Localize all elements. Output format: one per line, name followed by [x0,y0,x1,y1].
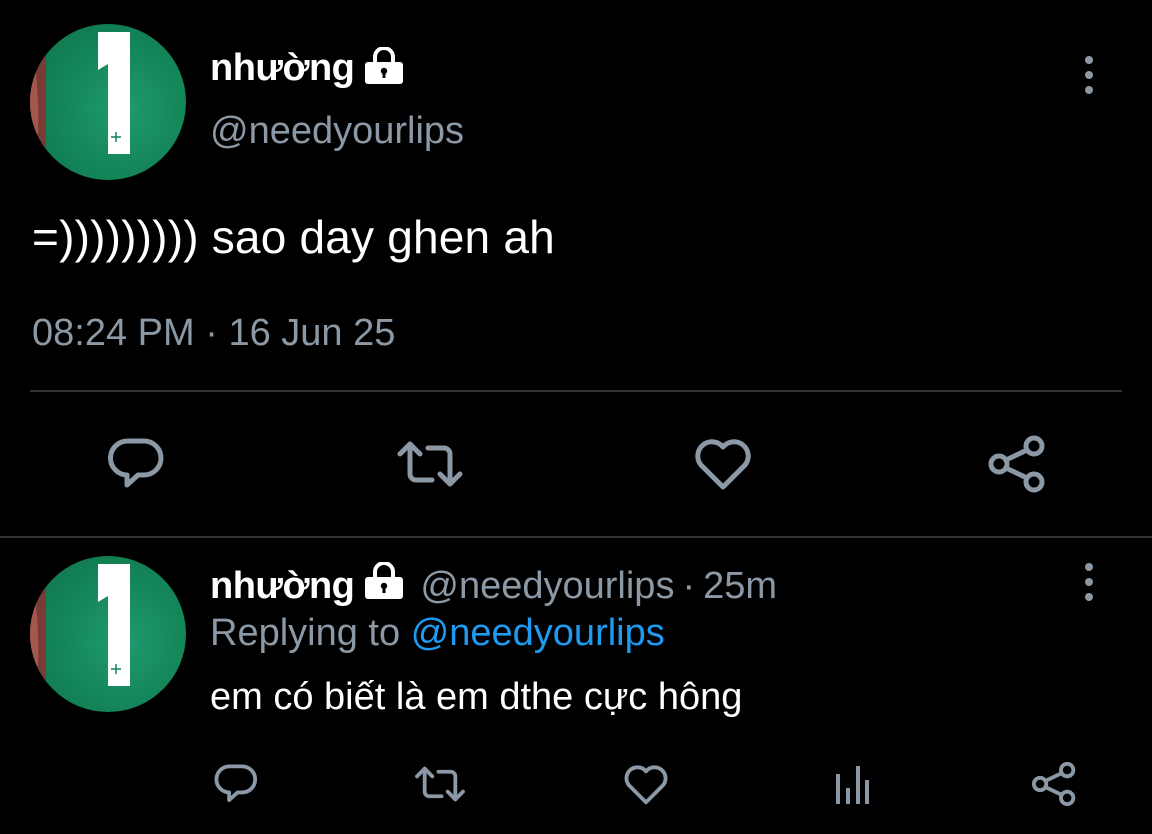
analytics-icon[interactable] [824,756,880,812]
lock-icon [362,45,406,90]
more-vertical-icon[interactable] [1072,562,1106,602]
replying-to-label: Replying to [210,612,401,654]
display-name[interactable]: nhường [210,47,355,90]
reply-handle[interactable]: @needyourlips [420,565,674,608]
more-vertical-icon[interactable] [1072,55,1106,95]
avatar-image [30,24,130,180]
reply-separator: · [682,564,696,607]
reply-icon[interactable] [100,430,172,498]
reply-display-name[interactable]: nhường [210,565,355,608]
tweet-text: =))))))))) sao day ghen ah [32,211,555,263]
like-icon[interactable] [618,756,674,812]
retweet-icon[interactable] [392,430,468,498]
lock-icon [362,561,406,610]
share-icon[interactable] [982,430,1052,498]
meta-separator: · [205,312,218,354]
reply-header: nhường @needyourlips · 25m [210,561,778,610]
tweet-date: 16 Jun 25 [228,312,396,354]
share-icon[interactable] [1026,756,1082,812]
replying-to: Replying to @needyourlips [210,612,665,655]
thread-divider [0,536,1152,538]
reply-age: 25m [703,564,778,607]
reply-avatar[interactable] [30,556,186,712]
tweet-time: 08:24 PM [32,312,195,354]
reply-text: em có biết là em dthe cực hông [210,676,743,718]
tweet-timestamp: 08:24 PM · 16 Jun 25 [32,312,395,355]
avatar-image [30,556,130,712]
like-icon[interactable] [688,430,758,498]
replying-to-handle[interactable]: @needyourlips [411,612,665,654]
reply-icon[interactable] [208,756,264,812]
divider [30,390,1122,392]
retweet-icon[interactable] [410,756,470,812]
avatar[interactable] [30,24,186,180]
handle[interactable]: @needyourlips [210,110,464,153]
